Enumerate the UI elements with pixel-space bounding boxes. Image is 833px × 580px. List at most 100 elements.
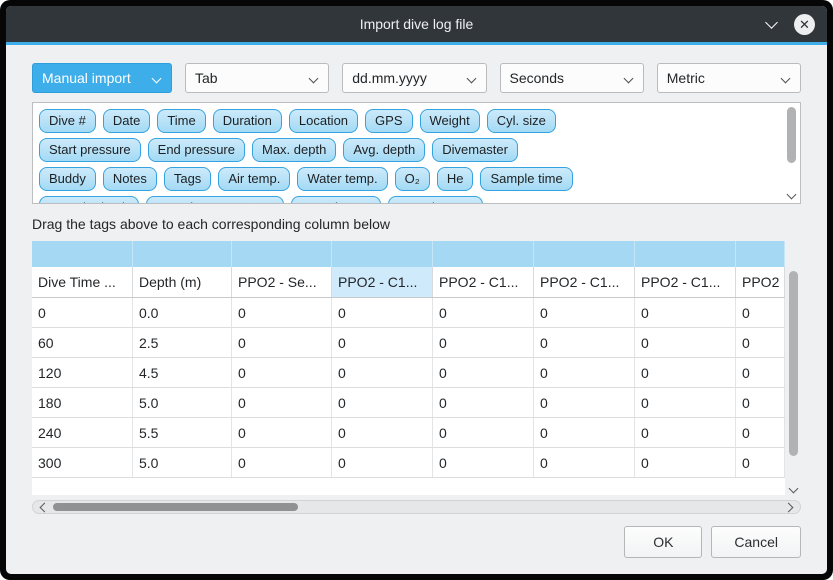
table-cell: 300 (32, 448, 133, 477)
column-header[interactable]: Depth (m) (133, 267, 232, 297)
column-header[interactable]: PPO2 - C1... (635, 267, 736, 297)
scrollbar-thumb[interactable] (53, 503, 298, 511)
tag-chip[interactable]: Air temp. (218, 167, 290, 191)
tag-chip[interactable]: Date (103, 109, 150, 133)
column-header[interactable]: PPO2 (736, 267, 785, 297)
tag-chip[interactable]: Weight (420, 109, 480, 133)
table-cell: 0 (232, 448, 332, 477)
tag-chip[interactable]: Sample time (480, 167, 572, 191)
column-header[interactable]: PPO2 - Se... (232, 267, 332, 297)
tag-chip[interactable]: Time (157, 109, 205, 133)
column-header[interactable]: PPO2 - C1... (332, 267, 433, 297)
tag-chip[interactable]: Sample CNS (388, 196, 483, 204)
table-cell: 180 (32, 388, 133, 417)
tag-chip[interactable]: Avg. depth (343, 138, 425, 162)
duration-format-select[interactable]: Seconds (500, 63, 644, 93)
chevron-down-icon (623, 74, 633, 84)
column-header[interactable]: PPO2 - C1... (534, 267, 635, 297)
chevron-down-icon (781, 74, 791, 84)
table-cell: 0 (635, 418, 736, 447)
titlebar[interactable]: Import dive log file ✕ (6, 6, 827, 42)
table-row: 602.5000000 (32, 328, 785, 358)
table-cell: 0 (232, 328, 332, 357)
drop-target-cell[interactable] (133, 241, 232, 267)
drop-target-cell[interactable] (433, 241, 534, 267)
tag-chip[interactable]: Notes (103, 167, 157, 191)
table-cell: 0 (736, 328, 785, 357)
table-cell: 0 (534, 448, 635, 477)
import-preview-table: Dive Time ...Depth (m)PPO2 - Se...PPO2 -… (32, 241, 785, 495)
table-cell: 0 (635, 358, 736, 387)
tag-chip[interactable]: Sample depth (39, 196, 139, 204)
table-cell: 0 (534, 358, 635, 387)
scroll-left-icon[interactable] (39, 503, 47, 511)
scroll-down-icon[interactable] (790, 485, 798, 493)
chevron-down-icon (309, 74, 319, 84)
table-cell: 0 (232, 388, 332, 417)
scroll-down-icon[interactable] (788, 191, 796, 199)
tag-chip[interactable]: Tags (164, 167, 211, 191)
tag-chip[interactable]: Water temp. (297, 167, 387, 191)
scrollbar-thumb[interactable] (787, 107, 796, 163)
chevron-down-icon[interactable] (766, 18, 778, 30)
drop-target-cell[interactable] (232, 241, 332, 267)
field-separator-select[interactable]: Tab (185, 63, 329, 93)
drop-target-cell[interactable] (32, 241, 133, 267)
scrollbar-thumb[interactable] (789, 271, 798, 456)
table-cell: 0 (332, 328, 433, 357)
table-row: 00.0000000 (32, 298, 785, 328)
table-cell: 0 (534, 298, 635, 327)
table-cell: 0 (433, 448, 534, 477)
close-button[interactable]: ✕ (794, 14, 815, 35)
tags-rows: Dive # Date Time Duration Location GPS Weight C… (39, 109, 778, 204)
table-row: 1204.5000000 (32, 358, 785, 388)
date-format-select[interactable]: dd.mm.yyyy (342, 63, 486, 93)
tag-chip[interactable]: GPS (365, 109, 412, 133)
tag-chip[interactable]: Max. depth (252, 138, 336, 162)
tag-chip[interactable]: Duration (213, 109, 282, 133)
column-header[interactable]: Dive Time ... (32, 267, 133, 297)
tag-chip[interactable]: He (437, 167, 474, 191)
drop-target-row (32, 241, 785, 267)
ok-button[interactable]: OK (624, 526, 702, 558)
tag-chip[interactable]: Cyl. size (487, 109, 556, 133)
table-vertical-scrollbar[interactable] (787, 241, 801, 495)
table-cell: 0 (736, 298, 785, 327)
tag-chip[interactable]: Buddy (39, 167, 96, 191)
table-cell: 0 (433, 388, 534, 417)
tag-chip[interactable]: O₂ (395, 167, 430, 191)
table-cell: 0 (332, 298, 433, 327)
tags-vertical-scrollbar[interactable] (786, 105, 798, 201)
tag-row: Buddy Notes Tags Air temp. Water temp. O₂ HeSa… (39, 167, 778, 191)
drop-target-cell[interactable] (635, 241, 736, 267)
table-horizontal-scrollbar[interactable] (32, 500, 801, 514)
tag-chip[interactable]: Location (289, 109, 358, 133)
tag-chip[interactable]: Divemaster (432, 138, 518, 162)
cancel-button[interactable]: Cancel (711, 526, 801, 558)
table-cell: 0 (232, 418, 332, 447)
chevron-down-icon (152, 74, 162, 84)
scroll-right-icon[interactable] (786, 503, 794, 511)
table-header-row: Dive Time ...Depth (m)PPO2 - Se...PPO2 -… (32, 267, 785, 298)
tag-chip[interactable]: Dive # (39, 109, 96, 133)
drop-target-cell[interactable] (534, 241, 635, 267)
table-cell: 5.0 (133, 448, 232, 477)
table-cell: 0 (635, 298, 736, 327)
titlebar-actions: ✕ (766, 6, 815, 42)
dialog-buttons: OK Cancel (32, 526, 801, 558)
drop-target-cell[interactable] (736, 241, 785, 267)
tag-chip[interactable]: Start pressure (39, 138, 141, 162)
units-select[interactable]: Metric (657, 63, 801, 93)
drop-target-cell[interactable] (332, 241, 433, 267)
tag-chip[interactable]: End pressure (148, 138, 245, 162)
import-dialog: Import dive log file ✕ Manual import Tab… (6, 6, 827, 574)
tag-row: Dive # Date Time Duration Location GPS Weight C… (39, 109, 778, 133)
table-row: 1805.0000000 (32, 388, 785, 418)
tag-chip[interactable]: Sample pO₂ (291, 196, 381, 204)
tag-chip[interactable]: Sample temperature (146, 196, 284, 204)
import-type-select[interactable]: Manual import (32, 63, 172, 93)
column-header[interactable]: PPO2 - C1... (433, 267, 534, 297)
table-cell: 0 (433, 358, 534, 387)
options-row: Manual import Tab dd.mm.yyyy Seconds Met… (32, 63, 801, 93)
table-cell: 120 (32, 358, 133, 387)
